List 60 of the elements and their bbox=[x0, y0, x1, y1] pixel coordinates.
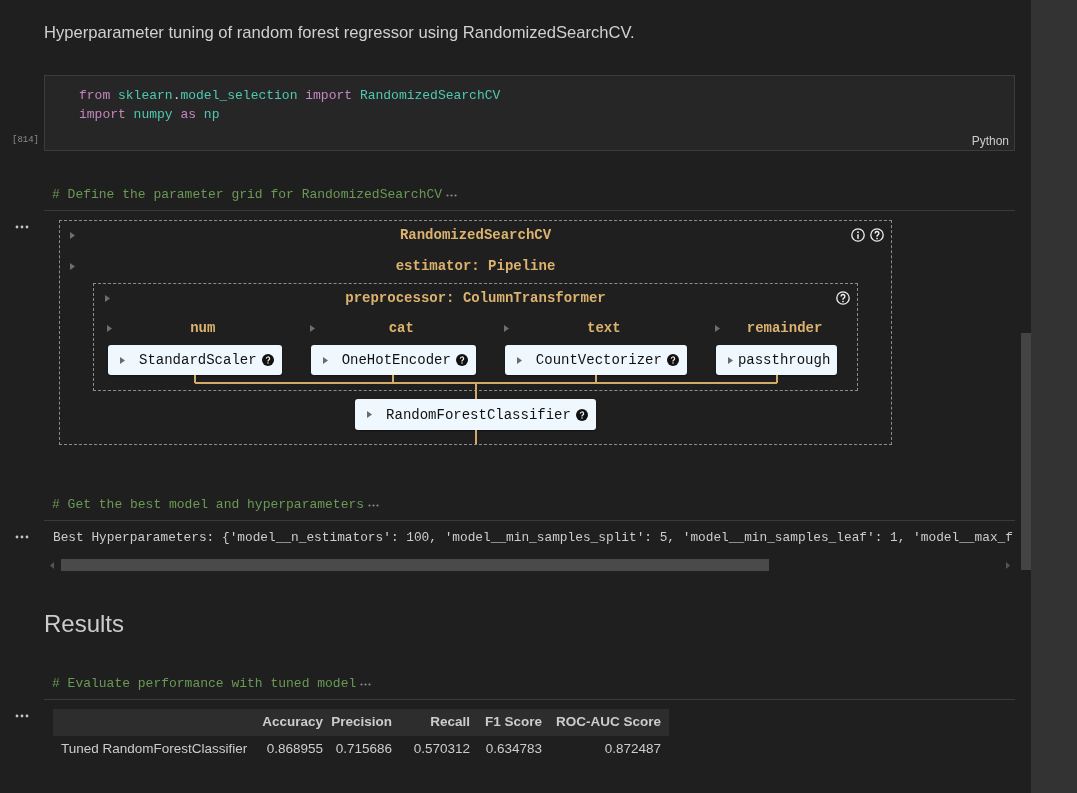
ellipsis-icon[interactable] bbox=[446, 193, 458, 197]
table-cell-text: 0.872487 bbox=[604, 739, 661, 758]
markdown-text: Hyperparameter tuning of random forest regressor using RandomizedSearchCV. bbox=[44, 22, 635, 44]
caret-right-icon[interactable] bbox=[107, 324, 112, 332]
table-cell-text: 0.715686 bbox=[335, 739, 392, 758]
caret-right-icon[interactable] bbox=[105, 294, 110, 302]
estimator-step-button[interactable]: StandardScaler bbox=[108, 345, 282, 375]
caret-right-icon[interactable] bbox=[727, 356, 733, 364]
caret-right-icon[interactable] bbox=[367, 411, 373, 418]
caret-right-icon[interactable] bbox=[503, 324, 509, 332]
help-icon[interactable] bbox=[870, 228, 884, 242]
estimator-step-button[interactable]: OneHotEncoder bbox=[310, 345, 476, 375]
estimator-label[interactable]: cat bbox=[388, 318, 414, 338]
help-icon[interactable] bbox=[836, 291, 850, 305]
estimator-label[interactable]: preprocessor: ColumnTransformer bbox=[345, 288, 606, 308]
scrollbar-thumb[interactable] bbox=[1021, 333, 1031, 570]
estimator-label[interactable]: text bbox=[587, 318, 621, 338]
caret-right-icon[interactable] bbox=[322, 356, 328, 364]
table-cell-text: 0.570312 bbox=[413, 739, 470, 758]
more-icon[interactable] bbox=[15, 535, 29, 539]
row-header: Tuned RandomForestClassifier bbox=[61, 740, 248, 756]
caret-right-icon[interactable] bbox=[70, 231, 75, 239]
estimator-label[interactable]: remainder bbox=[746, 318, 823, 338]
column-header: ROC-AUC Score bbox=[556, 713, 661, 732]
code-line: from sklearn.model_selection import RandomizedSearchCV bbox=[79, 87, 501, 105]
code-line: import numpy as np bbox=[79, 106, 220, 124]
column-header: Recall bbox=[430, 713, 470, 732]
column-header: F1 Score bbox=[484, 713, 542, 732]
estimator-step-button[interactable]: RandomForestClassifier bbox=[355, 399, 596, 430]
ellipsis-icon[interactable] bbox=[368, 503, 380, 507]
column-header: Precision bbox=[331, 713, 392, 732]
help-icon[interactable] bbox=[455, 354, 468, 366]
caret-right-icon[interactable] bbox=[516, 356, 522, 364]
column-header: Accuracy bbox=[262, 713, 323, 732]
execution-count: [814] bbox=[12, 134, 39, 146]
estimator-label[interactable]: estimator: Pipeline bbox=[395, 256, 556, 276]
code-summary: # Define the parameter grid for RandomizedSearchCV bbox=[52, 186, 443, 204]
info-icon[interactable] bbox=[851, 228, 865, 242]
more-icon[interactable] bbox=[15, 714, 29, 718]
code-summary: # Get the best model and hyperparameters bbox=[52, 496, 365, 514]
estimator-label[interactable]: RandomizedSearchCV bbox=[399, 225, 552, 245]
caret-right-icon[interactable] bbox=[70, 262, 75, 270]
code-summary: # Evaluate performance with tuned model bbox=[52, 675, 357, 693]
scrollbar-thumb[interactable] bbox=[61, 559, 769, 571]
help-icon[interactable] bbox=[261, 354, 274, 366]
section-heading: Results bbox=[44, 609, 125, 639]
caret-right-icon[interactable] bbox=[309, 324, 315, 332]
estimator-step-button[interactable]: CountVectorizer bbox=[504, 345, 687, 375]
estimator-label[interactable]: num bbox=[190, 318, 216, 338]
more-icon[interactable] bbox=[15, 225, 29, 229]
help-icon[interactable] bbox=[666, 354, 679, 366]
estimator-step-button[interactable]: passthrough bbox=[715, 345, 838, 375]
output-text: Best Hyperparameters: {'model__n_estimators': 100, 'model__min_samples_split': 5, 'model__min_samples_leaf': 1, 'model__max_f bbox=[53, 529, 1014, 547]
help-icon[interactable] bbox=[575, 408, 588, 421]
caret-right-icon[interactable] bbox=[714, 324, 720, 332]
table-cell-text: 0.868955 bbox=[266, 739, 323, 758]
table-cell-text: 0.634783 bbox=[485, 739, 542, 758]
caret-right-icon[interactable] bbox=[120, 356, 125, 364]
language-label: Python bbox=[971, 133, 1009, 149]
ellipsis-icon[interactable] bbox=[360, 682, 372, 686]
